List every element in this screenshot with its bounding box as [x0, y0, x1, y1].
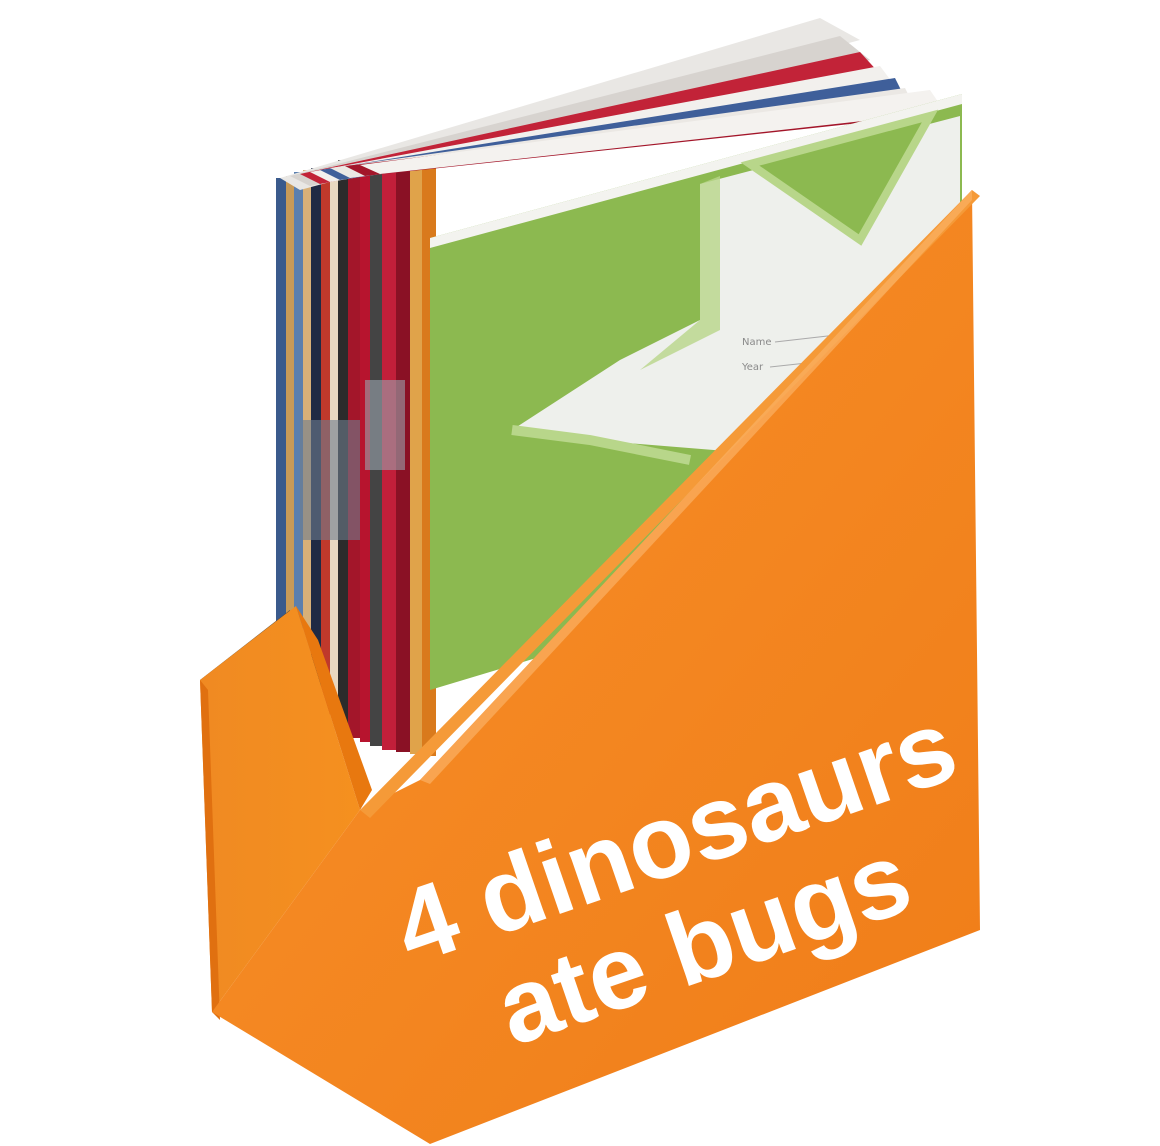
notebook-name-label: Name — [742, 337, 772, 348]
notebook-year-label: Year — [741, 362, 764, 373]
magazine-file-box-photo: Name Year 4 dinosaurs ate bugs — [200, 18, 980, 1144]
photo-stage: Name Year 4 dinosaurs ate bugs — [0, 0, 1160, 1146]
